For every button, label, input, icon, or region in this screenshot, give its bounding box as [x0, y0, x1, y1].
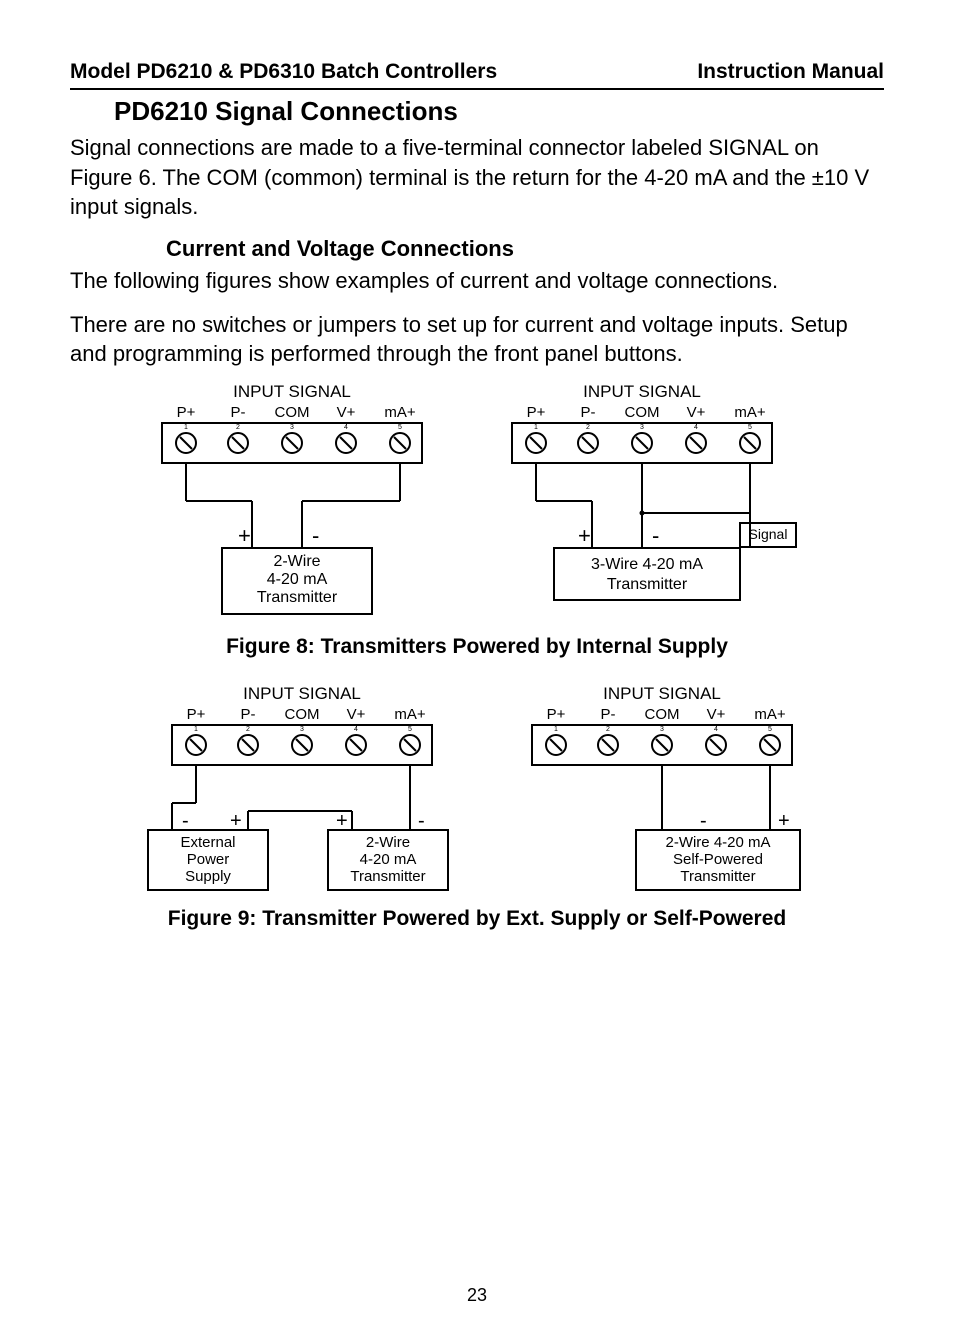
svg-text:1: 1: [184, 424, 188, 431]
svg-text:+: +: [578, 523, 591, 548]
svg-text:5: 5: [748, 424, 752, 431]
svg-text:-: -: [700, 810, 707, 832]
svg-text:3-Wire 4-20 mA: 3-Wire 4-20 mA: [591, 556, 703, 573]
svg-text:Signal: Signal: [749, 526, 788, 542]
svg-text:+: +: [336, 810, 348, 832]
svg-text:2-Wire: 2-Wire: [273, 553, 320, 570]
svg-text:+: +: [238, 523, 251, 548]
svg-text:V+: V+: [337, 404, 356, 421]
svg-text:2-Wire: 2-Wire: [366, 834, 410, 851]
svg-text:3: 3: [640, 424, 644, 431]
figure-8-row: INPUT SIGNAL P+ P- COM V+ mA+ 1 2 3 4 5 …: [70, 383, 884, 623]
svg-text:2: 2: [606, 726, 610, 733]
paragraph-3: There are no switches or jumpers to set …: [70, 310, 884, 369]
fig9-right-diagram: INPUT SIGNAL P+ P- COM V+ mA+ 1 2 3 4 5 …: [512, 685, 812, 895]
svg-text:4-20 mA: 4-20 mA: [267, 571, 328, 588]
svg-text:Transmitter: Transmitter: [257, 589, 338, 606]
svg-text:mA+: mA+: [384, 404, 416, 421]
fig8-right-diagram: INPUT SIGNAL P+ P- COM V+ mA+ 1 2 3 4 5 …: [492, 383, 812, 623]
svg-text:P-: P-: [601, 706, 616, 723]
svg-text:+: +: [230, 810, 242, 832]
header-model: Model PD6210 & PD6310 Batch Controllers: [70, 60, 497, 84]
svg-text:COM: COM: [645, 706, 680, 723]
svg-text:P-: P-: [231, 404, 246, 421]
svg-text:2-Wire 4-20 mA: 2-Wire 4-20 mA: [665, 834, 770, 851]
svg-text:2: 2: [586, 424, 590, 431]
figure-8-caption: Figure 8: Transmitters Powered by Intern…: [70, 635, 884, 659]
paragraph-2: The following figures show examples of c…: [70, 266, 884, 296]
figure-9-caption: Figure 9: Transmitter Powered by Ext. Su…: [70, 907, 884, 931]
svg-text:INPUT SIGNAL: INPUT SIGNAL: [603, 685, 721, 703]
svg-text:P+: P+: [547, 706, 566, 723]
svg-text:Transmitter: Transmitter: [680, 868, 755, 885]
paragraph-1: Signal connections are made to a five-te…: [70, 133, 884, 222]
svg-text:External: External: [180, 834, 235, 851]
svg-text:-: -: [652, 523, 659, 548]
svg-text:4: 4: [354, 726, 358, 733]
svg-text:mA+: mA+: [394, 706, 426, 723]
svg-text:V+: V+: [347, 706, 366, 723]
figure-9-row: INPUT SIGNAL P+ P- COM V+ mA+ 1 2 3 4 5 …: [70, 685, 884, 895]
svg-text:2: 2: [236, 424, 240, 431]
svg-text:Transmitter: Transmitter: [607, 576, 688, 593]
svg-text:2: 2: [246, 726, 250, 733]
subsection-heading: Current and Voltage Connections: [166, 236, 884, 262]
svg-text:4: 4: [694, 424, 698, 431]
svg-text:mA+: mA+: [754, 706, 786, 723]
svg-text:5: 5: [398, 424, 402, 431]
svg-text:1: 1: [534, 424, 538, 431]
svg-text:4: 4: [714, 726, 718, 733]
header-doc: Instruction Manual: [697, 60, 884, 84]
svg-text:P-: P-: [581, 404, 596, 421]
svg-text:Power: Power: [187, 851, 230, 868]
terminals: 1 2 3 4 5: [176, 424, 410, 453]
svg-text:COM: COM: [285, 706, 320, 723]
page-number: 23: [0, 1285, 954, 1306]
svg-text:INPUT SIGNAL: INPUT SIGNAL: [243, 685, 361, 703]
svg-text:P+: P+: [187, 706, 206, 723]
svg-text:V+: V+: [687, 404, 706, 421]
svg-text:COM: COM: [625, 404, 660, 421]
svg-text:Supply: Supply: [185, 868, 231, 885]
svg-text:COM: COM: [275, 404, 310, 421]
svg-text:Self-Powered: Self-Powered: [673, 851, 763, 868]
section-heading: PD6210 Signal Connections: [114, 96, 884, 127]
svg-text:P+: P+: [527, 404, 546, 421]
svg-text:-: -: [418, 810, 425, 832]
svg-text:5: 5: [768, 726, 772, 733]
svg-text:-: -: [182, 810, 189, 832]
svg-text:1: 1: [554, 726, 558, 733]
svg-text:INPUT SIGNAL: INPUT SIGNAL: [583, 383, 701, 401]
svg-text:+: +: [778, 810, 790, 832]
header: Model PD6210 & PD6310 Batch Controllers …: [70, 60, 884, 90]
fig8-left-diagram: INPUT SIGNAL P+ P- COM V+ mA+ 1 2 3 4 5 …: [142, 383, 442, 623]
svg-text:Transmitter: Transmitter: [350, 868, 425, 885]
svg-text:4-20 mA: 4-20 mA: [360, 851, 417, 868]
svg-text:3: 3: [660, 726, 664, 733]
svg-text:P-: P-: [241, 706, 256, 723]
svg-text:P+: P+: [177, 404, 196, 421]
title: INPUT SIGNAL: [233, 383, 351, 401]
svg-text:3: 3: [290, 424, 294, 431]
svg-text:4: 4: [344, 424, 348, 431]
fig9-left-diagram: INPUT SIGNAL P+ P- COM V+ mA+ 1 2 3 4 5 …: [142, 685, 462, 895]
svg-text:mA+: mA+: [734, 404, 766, 421]
svg-text:3: 3: [300, 726, 304, 733]
svg-text:-: -: [312, 523, 319, 548]
svg-text:V+: V+: [707, 706, 726, 723]
svg-text:5: 5: [408, 726, 412, 733]
svg-text:1: 1: [194, 726, 198, 733]
